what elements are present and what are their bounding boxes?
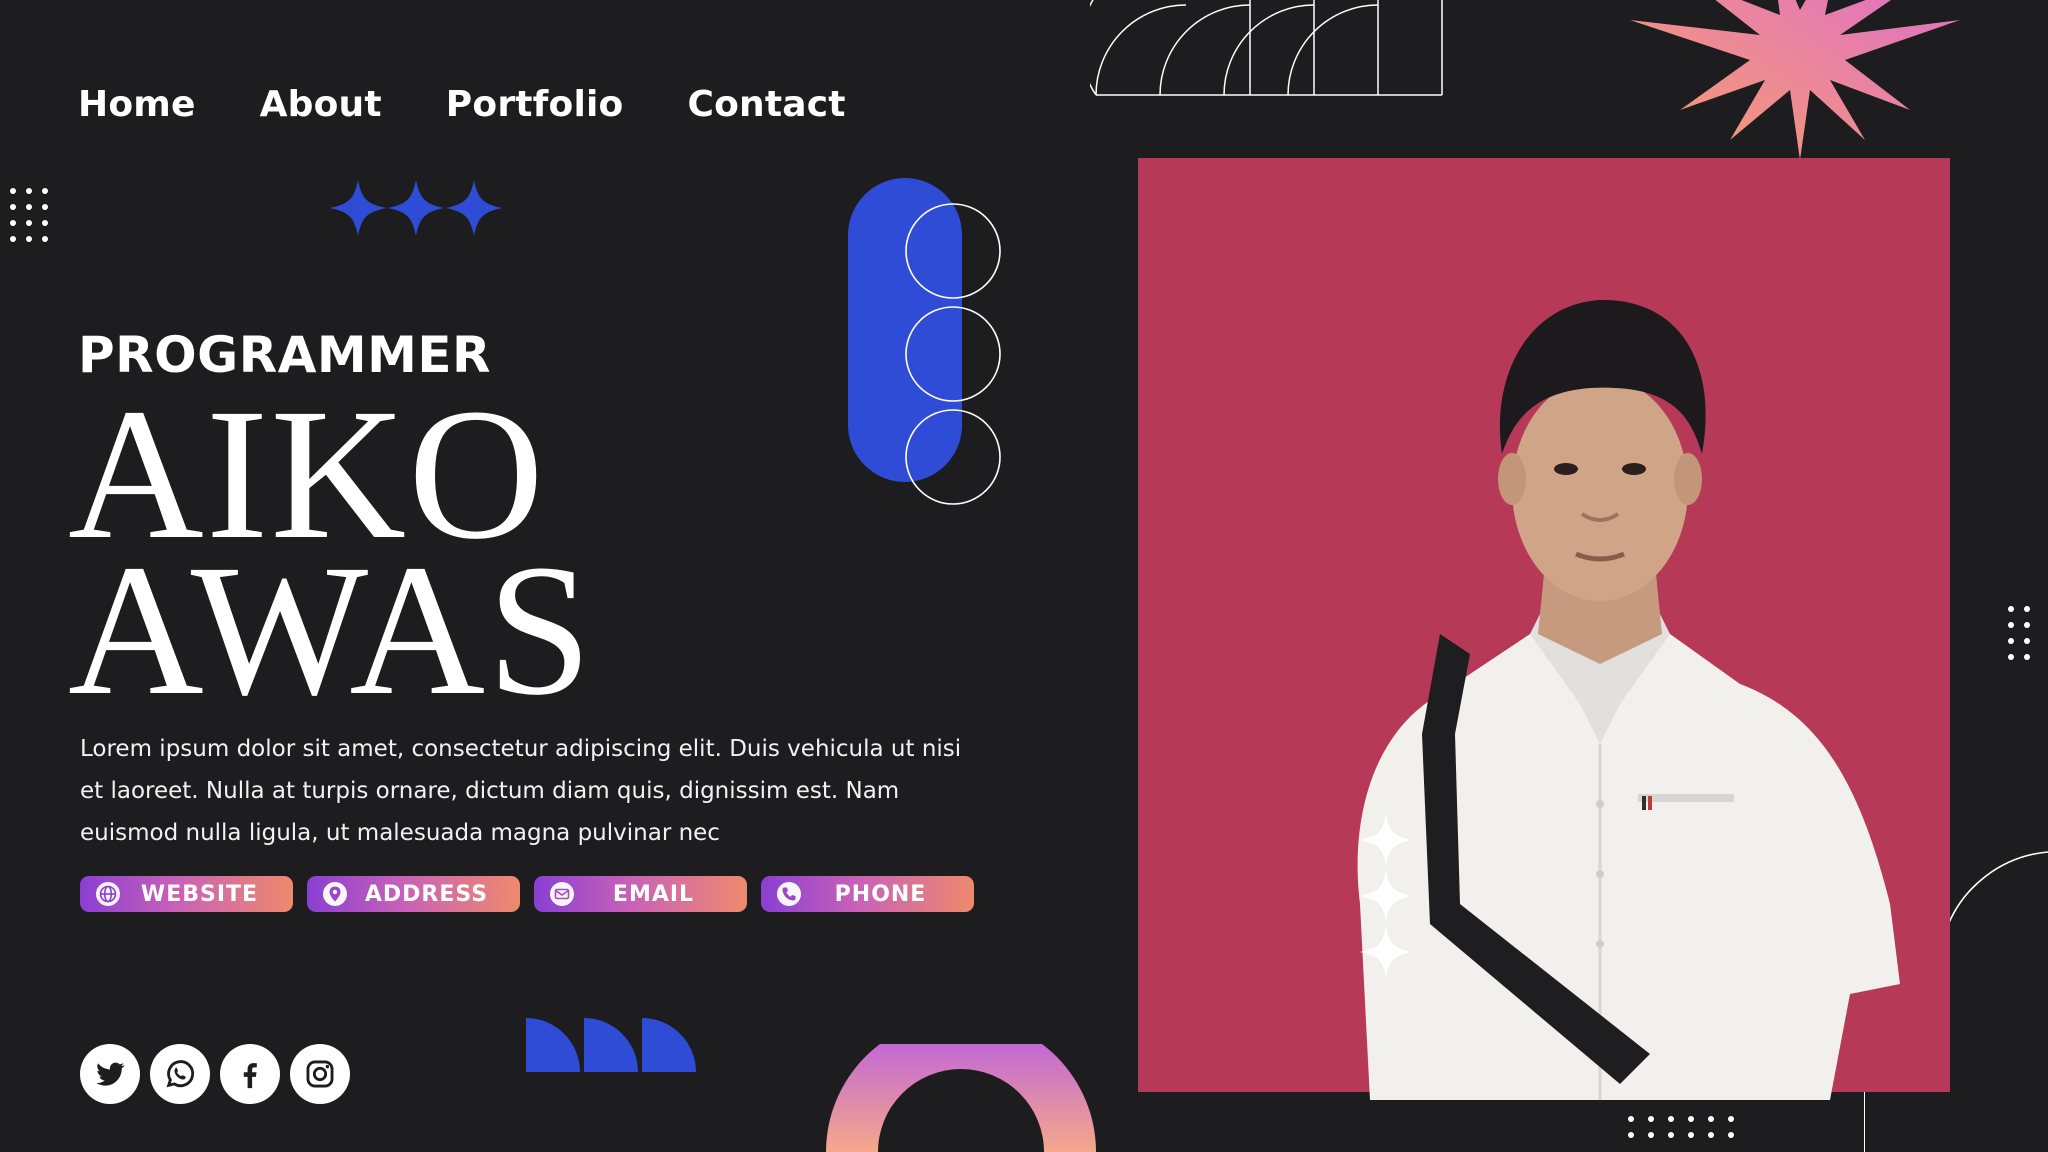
blue-pill-circles — [848, 178, 1001, 505]
phone-icon — [777, 882, 801, 906]
address-button[interactable]: ADDRESS — [307, 876, 520, 912]
address-label: ADDRESS — [364, 881, 489, 907]
twitter-icon[interactable] — [80, 1044, 140, 1104]
arc-outline-right — [1946, 851, 2048, 930]
nav-contact-link[interactable]: Contact — [687, 84, 845, 125]
dot-grid-right — [2008, 606, 2030, 660]
name-last: AWAS — [68, 525, 594, 734]
website-button[interactable]: WEBSITE — [80, 876, 293, 912]
nav-portfolio-link[interactable]: Portfolio — [446, 84, 624, 125]
sparkle-stars-blue — [330, 180, 502, 236]
website-label: WEBSITE — [140, 881, 259, 907]
facebook-icon[interactable] — [220, 1044, 280, 1104]
nav-home-link[interactable]: Home — [78, 84, 196, 125]
person-name: AIKO AWAS — [68, 380, 594, 734]
starburst-decoration — [1630, 0, 1960, 160]
blue-quarter-shapes — [526, 1018, 696, 1072]
profile-photo — [1357, 299, 1900, 1100]
dot-grid-bottom — [1628, 1116, 1734, 1138]
decorative-arches — [1090, 0, 1443, 96]
main-nav: Home About Portfolio Contact — [78, 84, 846, 125]
dot-grid-left — [10, 188, 48, 242]
email-label: EMAIL — [612, 881, 695, 907]
phone-button[interactable]: PHONE — [761, 876, 974, 912]
contact-pills: WEBSITE ADDRESS EMAIL PHONE — [80, 876, 974, 912]
social-links — [80, 1044, 350, 1104]
envelope-icon — [550, 882, 574, 906]
phone-label: PHONE — [834, 881, 927, 907]
whatsapp-icon[interactable] — [150, 1044, 210, 1104]
nav-about-link[interactable]: About — [260, 84, 382, 125]
instagram-icon[interactable] — [290, 1044, 350, 1104]
thin-line-decoration — [1864, 1092, 1865, 1152]
description-text: Lorem ipsum dolor sit amet, consectetur … — [80, 736, 962, 846]
gradient-ring-decoration — [826, 1044, 1096, 1152]
location-pin-icon — [323, 882, 347, 906]
globe-icon — [96, 882, 120, 906]
email-button[interactable]: EMAIL — [534, 876, 747, 912]
